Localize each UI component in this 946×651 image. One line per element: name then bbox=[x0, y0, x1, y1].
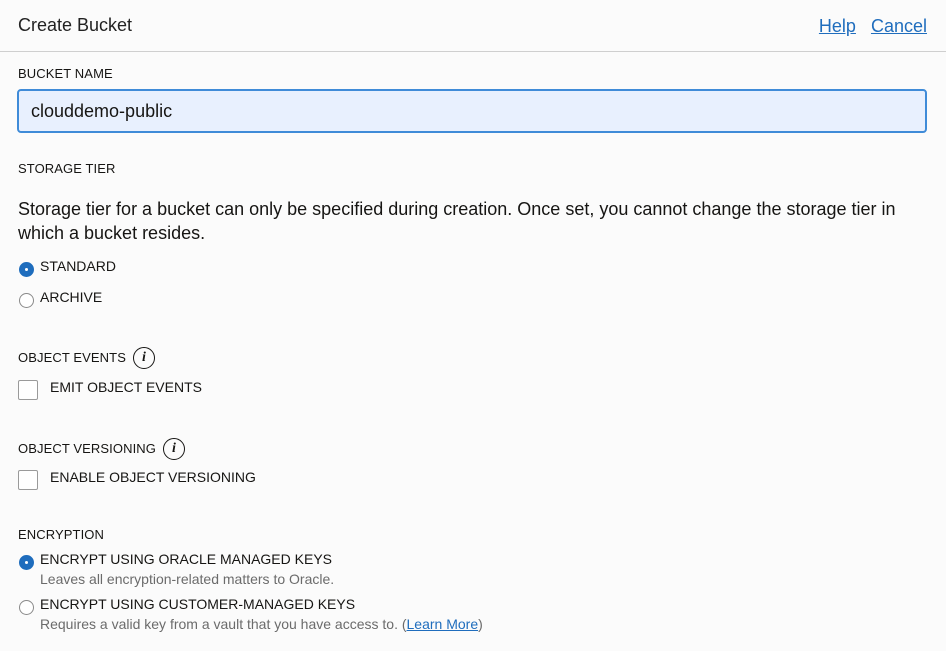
customer-keys-desc-suffix: ) bbox=[478, 616, 483, 632]
storage-tier-description: Storage tier for a bucket can only be sp… bbox=[18, 199, 896, 243]
standard-radio[interactable] bbox=[19, 262, 34, 277]
emit-object-events-checkbox[interactable] bbox=[18, 380, 38, 400]
customer-keys-radio[interactable] bbox=[19, 600, 34, 615]
emit-object-events-label: EMIT OBJECT EVENTS bbox=[50, 379, 202, 395]
info-icon[interactable]: i bbox=[163, 438, 185, 460]
cancel-link[interactable]: Cancel bbox=[871, 16, 927, 36]
learn-more-link[interactable]: Learn More bbox=[407, 616, 479, 632]
header-links: Help Cancel bbox=[809, 16, 927, 37]
oracle-keys-radio[interactable] bbox=[19, 555, 34, 570]
info-icon[interactable]: i bbox=[133, 347, 155, 369]
customer-keys-label: ENCRYPT USING CUSTOMER-MANAGED KEYS bbox=[40, 596, 356, 612]
object-events-label: OBJECT EVENTS bbox=[18, 350, 126, 365]
oracle-keys-description: Leaves all encryption-related matters to… bbox=[40, 571, 335, 587]
customer-keys-description: Requires a valid key from a vault that y… bbox=[40, 616, 483, 632]
storage-tier-label: STORAGE TIER bbox=[18, 161, 116, 176]
archive-label: ARCHIVE bbox=[40, 289, 103, 305]
enable-versioning-checkbox[interactable] bbox=[18, 470, 38, 490]
dialog-header: Create Bucket Help Cancel bbox=[0, 0, 946, 52]
object-versioning-label: OBJECT VERSIONING bbox=[18, 441, 156, 456]
help-link[interactable]: Help bbox=[819, 16, 856, 36]
standard-label: STANDARD bbox=[40, 258, 116, 274]
archive-radio[interactable] bbox=[19, 293, 34, 308]
customer-keys-desc-prefix: Requires a valid key from a vault that y… bbox=[40, 616, 407, 632]
bucket-name-input[interactable] bbox=[17, 89, 927, 133]
enable-versioning-label: ENABLE OBJECT VERSIONING bbox=[50, 469, 256, 485]
bucket-name-label: BUCKET NAME bbox=[18, 66, 113, 81]
encryption-label: ENCRYPTION bbox=[18, 527, 104, 542]
oracle-keys-label: ENCRYPT USING ORACLE MANAGED KEYS bbox=[40, 551, 332, 567]
dialog-title: Create Bucket bbox=[18, 15, 133, 35]
